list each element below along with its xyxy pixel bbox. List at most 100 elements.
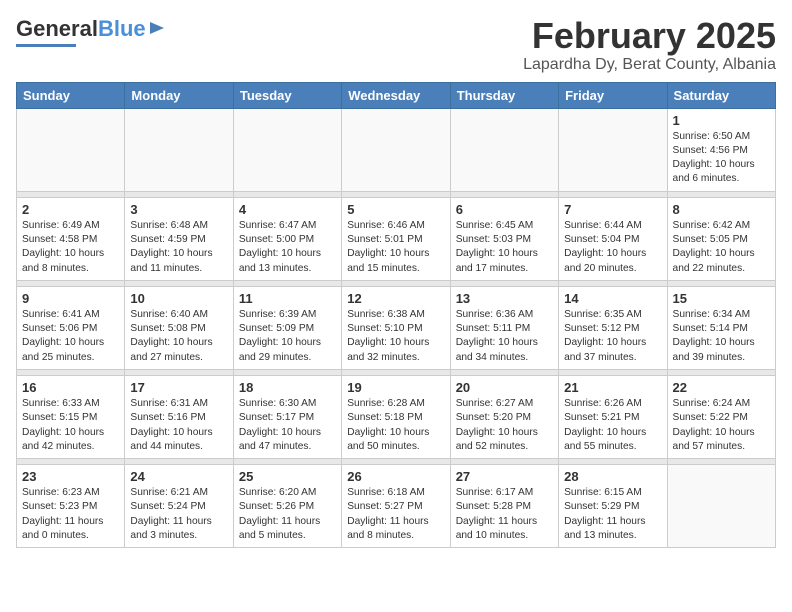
day-info: Sunrise: 6:20 AM Sunset: 5:26 PM Dayligh… (239, 486, 336, 543)
day-number: 3 (130, 202, 227, 217)
calendar-cell: 20 Sunrise: 6:27 AM Sunset: 5:20 PM Dayli… (450, 375, 558, 458)
day-number: 24 (130, 469, 227, 484)
logo: General Blue (16, 16, 166, 47)
calendar-cell: 16 Sunrise: 6:33 AM Sunset: 5:15 PM Dayli… (17, 375, 125, 458)
day-info: Sunrise: 6:38 AM Sunset: 5:10 PM Dayligh… (347, 308, 444, 365)
calendar-cell: 3 Sunrise: 6:48 AM Sunset: 4:59 PM Daylig… (125, 197, 233, 280)
title-block: February 2025 Lapardha Dy, Berat County,… (523, 16, 776, 74)
day-info: Sunrise: 6:39 AM Sunset: 5:09 PM Dayligh… (239, 308, 336, 365)
day-info: Sunrise: 6:35 AM Sunset: 5:12 PM Dayligh… (564, 308, 661, 365)
calendar-cell: 4 Sunrise: 6:47 AM Sunset: 5:00 PM Daylig… (233, 197, 341, 280)
calendar-cell: 28 Sunrise: 6:15 AM Sunset: 5:29 PM Dayli… (559, 465, 667, 548)
calendar-cell: 5Sunrise: 6:46 AM Sunset: 5:01 PM Daylig… (342, 197, 450, 280)
day-number: 13 (456, 291, 553, 306)
day-number: 21 (564, 380, 661, 395)
col-saturday: Saturday (667, 82, 775, 108)
day-number: 12 (347, 291, 444, 306)
day-number: 10 (130, 291, 227, 306)
calendar-cell: 27Sunrise: 6:17 AM Sunset: 5:28 PM Dayli… (450, 465, 558, 548)
day-info: Sunrise: 6:17 AM Sunset: 5:28 PM Dayligh… (456, 486, 553, 543)
calendar-week-row: 23Sunrise: 6:23 AM Sunset: 5:23 PM Dayli… (17, 465, 776, 548)
day-number: 16 (22, 380, 119, 395)
day-number: 20 (456, 380, 553, 395)
day-number: 14 (564, 291, 661, 306)
day-number: 8 (673, 202, 770, 217)
calendar-cell: 11 Sunrise: 6:39 AM Sunset: 5:09 PM Dayli… (233, 286, 341, 369)
col-thursday: Thursday (450, 82, 558, 108)
calendar-cell (17, 108, 125, 191)
calendar-cell: 17 Sunrise: 6:31 AM Sunset: 5:16 PM Dayli… (125, 375, 233, 458)
day-info: Sunrise: 6:40 AM Sunset: 5:08 PM Dayligh… (130, 308, 227, 365)
calendar-week-row: 2 Sunrise: 6:49 AM Sunset: 4:58 PM Daylig… (17, 197, 776, 280)
col-monday: Monday (125, 82, 233, 108)
day-info: Sunrise: 6:26 AM Sunset: 5:21 PM Dayligh… (564, 397, 661, 454)
day-number: 17 (130, 380, 227, 395)
day-number: 4 (239, 202, 336, 217)
calendar-cell: 19 Sunrise: 6:28 AM Sunset: 5:18 PM Dayli… (342, 375, 450, 458)
calendar-cell (342, 108, 450, 191)
day-info: Sunrise: 6:47 AM Sunset: 5:00 PM Dayligh… (239, 219, 336, 276)
calendar-cell: 2 Sunrise: 6:49 AM Sunset: 4:58 PM Daylig… (17, 197, 125, 280)
calendar-week-row: 16 Sunrise: 6:33 AM Sunset: 5:15 PM Dayli… (17, 375, 776, 458)
day-info: Sunrise: 6:50 AM Sunset: 4:56 PM Dayligh… (673, 130, 770, 187)
day-number: 11 (239, 291, 336, 306)
day-info: Sunrise: 6:15 AM Sunset: 5:29 PM Dayligh… (564, 486, 661, 543)
calendar-cell: 6 Sunrise: 6:45 AM Sunset: 5:03 PM Daylig… (450, 197, 558, 280)
calendar-cell: 24 Sunrise: 6:21 AM Sunset: 5:24 PM Dayli… (125, 465, 233, 548)
col-tuesday: Tuesday (233, 82, 341, 108)
calendar-cell: 14 Sunrise: 6:35 AM Sunset: 5:12 PM Dayli… (559, 286, 667, 369)
calendar-cell: 8 Sunrise: 6:42 AM Sunset: 5:05 PM Daylig… (667, 197, 775, 280)
page-subtitle: Lapardha Dy, Berat County, Albania (523, 56, 776, 74)
day-number: 19 (347, 380, 444, 395)
day-info: Sunrise: 6:30 AM Sunset: 5:17 PM Dayligh… (239, 397, 336, 454)
day-number: 7 (564, 202, 661, 217)
day-number: 18 (239, 380, 336, 395)
day-info: Sunrise: 6:49 AM Sunset: 4:58 PM Dayligh… (22, 219, 119, 276)
day-number: 2 (22, 202, 119, 217)
day-info: Sunrise: 6:31 AM Sunset: 5:16 PM Dayligh… (130, 397, 227, 454)
day-number: 6 (456, 202, 553, 217)
logo-underline (16, 44, 76, 47)
day-number: 26 (347, 469, 444, 484)
calendar-cell: 22Sunrise: 6:24 AM Sunset: 5:22 PM Dayli… (667, 375, 775, 458)
day-number: 5 (347, 202, 444, 217)
day-info: Sunrise: 6:27 AM Sunset: 5:20 PM Dayligh… (456, 397, 553, 454)
calendar-cell (667, 465, 775, 548)
day-info: Sunrise: 6:21 AM Sunset: 5:24 PM Dayligh… (130, 486, 227, 543)
day-info: Sunrise: 6:44 AM Sunset: 5:04 PM Dayligh… (564, 219, 661, 276)
calendar-table: Sunday Monday Tuesday Wednesday Thursday… (16, 82, 776, 549)
day-info: Sunrise: 6:34 AM Sunset: 5:14 PM Dayligh… (673, 308, 770, 365)
logo-text-blue: Blue (98, 16, 146, 42)
col-wednesday: Wednesday (342, 82, 450, 108)
calendar-cell: 15 Sunrise: 6:34 AM Sunset: 5:14 PM Dayli… (667, 286, 775, 369)
day-number: 22 (673, 380, 770, 395)
calendar-cell: 25Sunrise: 6:20 AM Sunset: 5:26 PM Dayli… (233, 465, 341, 548)
calendar-cell (233, 108, 341, 191)
day-info: Sunrise: 6:23 AM Sunset: 5:23 PM Dayligh… (22, 486, 119, 543)
calendar-cell (125, 108, 233, 191)
day-info: Sunrise: 6:42 AM Sunset: 5:05 PM Dayligh… (673, 219, 770, 276)
day-info: Sunrise: 6:45 AM Sunset: 5:03 PM Dayligh… (456, 219, 553, 276)
calendar-cell: 9 Sunrise: 6:41 AM Sunset: 5:06 PM Daylig… (17, 286, 125, 369)
page-header: General Blue February 2025 Lapardha Dy, … (16, 16, 776, 74)
day-info: Sunrise: 6:48 AM Sunset: 4:59 PM Dayligh… (130, 219, 227, 276)
calendar-cell: 18 Sunrise: 6:30 AM Sunset: 5:17 PM Dayli… (233, 375, 341, 458)
day-number: 15 (673, 291, 770, 306)
calendar-cell: 13Sunrise: 6:36 AM Sunset: 5:11 PM Dayli… (450, 286, 558, 369)
calendar-cell: 21 Sunrise: 6:26 AM Sunset: 5:21 PM Dayli… (559, 375, 667, 458)
day-number: 9 (22, 291, 119, 306)
calendar-cell: 23Sunrise: 6:23 AM Sunset: 5:23 PM Dayli… (17, 465, 125, 548)
day-number: 28 (564, 469, 661, 484)
logo-arrow-icon (148, 19, 166, 37)
calendar-cell (450, 108, 558, 191)
day-info: Sunrise: 6:33 AM Sunset: 5:15 PM Dayligh… (22, 397, 119, 454)
day-number: 1 (673, 113, 770, 128)
col-friday: Friday (559, 82, 667, 108)
calendar-cell (559, 108, 667, 191)
day-info: Sunrise: 6:41 AM Sunset: 5:06 PM Dayligh… (22, 308, 119, 365)
day-info: Sunrise: 6:18 AM Sunset: 5:27 PM Dayligh… (347, 486, 444, 543)
calendar-cell: 12 Sunrise: 6:38 AM Sunset: 5:10 PM Dayli… (342, 286, 450, 369)
calendar-cell: 26 Sunrise: 6:18 AM Sunset: 5:27 PM Dayli… (342, 465, 450, 548)
page-title: February 2025 (523, 16, 776, 56)
day-info: Sunrise: 6:28 AM Sunset: 5:18 PM Dayligh… (347, 397, 444, 454)
